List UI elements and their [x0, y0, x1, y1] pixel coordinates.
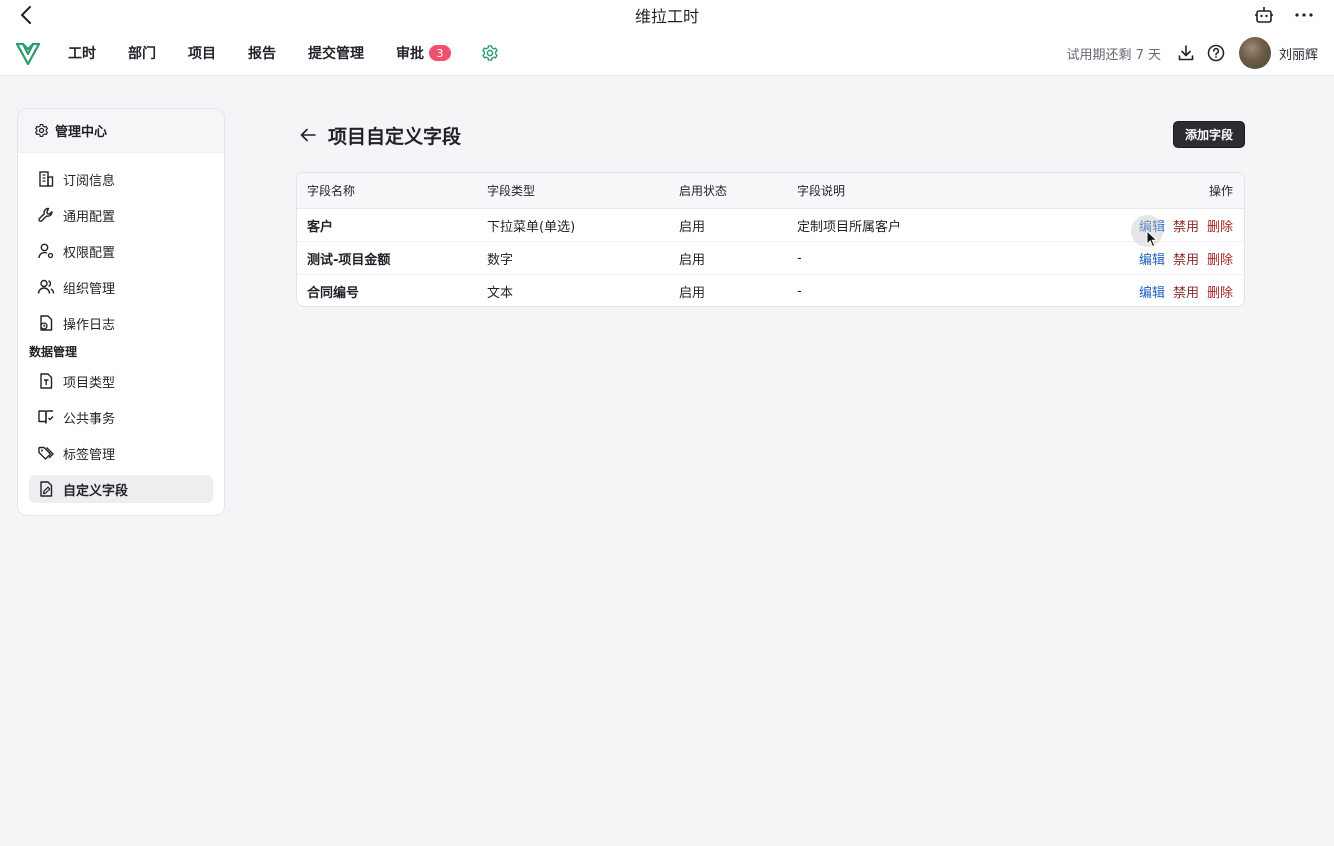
- tags-icon: [38, 446, 54, 460]
- sidebar-item-public-affairs[interactable]: 公共事务: [29, 403, 213, 431]
- top-nav: 工时 部门 项目 报告 提交管理 审批 3 试用期还剩 7 天 刘丽辉: [0, 30, 1334, 76]
- column-header: 字段说明: [797, 184, 846, 198]
- sidebar-item-logs[interactable]: 操作日志: [29, 309, 213, 337]
- field-type: 下拉菜单(单选): [487, 219, 576, 235]
- field-description: 定制项目所属客户: [797, 219, 902, 235]
- column-header: 操作: [1208, 184, 1233, 198]
- more-icon[interactable]: [1292, 3, 1316, 27]
- sidebar-item-label: 订阅信息: [63, 173, 116, 189]
- field-status: 启用: [679, 252, 706, 268]
- window-title: 维拉工时: [634, 7, 699, 26]
- row-actions: 编辑 禁用 删除: [1134, 249, 1244, 268]
- sidebar-item-permissions[interactable]: 权限配置: [29, 237, 213, 265]
- file-type-icon: [40, 373, 53, 389]
- window-titlebar: 维拉工时: [0, 0, 1334, 30]
- users-icon: [37, 279, 55, 294]
- file-edit-icon: [40, 481, 53, 497]
- sidebar-item-label: 公共事务: [63, 411, 116, 427]
- field-description: -: [797, 284, 802, 299]
- arrow-left-icon[interactable]: [300, 126, 318, 144]
- table-row: 合同编号 文本 启用 - 编辑 禁用 删除: [297, 275, 1244, 306]
- approval-count-badge: 3: [429, 45, 451, 61]
- delete-link[interactable]: 删除: [1207, 249, 1233, 268]
- sidebar-item-custom-fields[interactable]: 自定义字段: [29, 475, 213, 503]
- row-actions: 编辑 禁用 删除: [1134, 282, 1244, 301]
- nav-item-project[interactable]: 项目: [172, 30, 232, 76]
- edit-link[interactable]: 编辑: [1139, 282, 1165, 301]
- log-icon: [40, 315, 53, 331]
- user-settings-icon: [38, 243, 54, 259]
- table-row: 客户 下拉菜单(单选) 启用 定制项目所属客户 编辑 禁用 删除: [297, 209, 1244, 242]
- sidebar-item-label: 权限配置: [63, 245, 116, 261]
- column-header: 启用状态: [679, 184, 728, 198]
- field-type: 文本: [487, 286, 514, 301]
- help-icon[interactable]: [1205, 42, 1227, 64]
- add-field-button[interactable]: 添加字段: [1173, 121, 1245, 148]
- disable-link[interactable]: 禁用: [1173, 282, 1199, 301]
- sidebar-item-label: 项目类型: [63, 375, 116, 391]
- wrench-icon: [38, 207, 53, 222]
- edit-link[interactable]: 编辑: [1139, 249, 1165, 268]
- sidebar-item-subscription[interactable]: 订阅信息: [29, 165, 213, 193]
- sidebar-item-label: 通用配置: [63, 209, 116, 225]
- field-type: 数字: [487, 252, 514, 268]
- sidebar-item-organization[interactable]: 组织管理: [29, 273, 213, 301]
- field-name: 测试-项目金额: [307, 252, 391, 268]
- book-icon: [38, 410, 54, 424]
- column-header: 字段名称: [307, 184, 356, 198]
- sidebar-item-project-types[interactable]: 项目类型: [29, 367, 213, 395]
- table-row: 测试-项目金额 数字 启用 - 编辑 禁用 删除: [297, 242, 1244, 275]
- sidebar-item-tags[interactable]: 标签管理: [29, 439, 213, 467]
- mouse-cursor-icon: [1146, 230, 1158, 248]
- sidebar-item-label: 操作日志: [63, 317, 116, 333]
- custom-fields-table: 字段名称 字段类型 启用状态 字段说明 操作 客户 下拉菜单(单选) 启用 定制…: [296, 172, 1245, 307]
- nav-item-report[interactable]: 报告: [232, 30, 292, 76]
- field-name: 客户: [307, 219, 334, 235]
- gear-icon: [35, 124, 48, 137]
- column-header: 字段类型: [487, 184, 536, 198]
- sidebar-item-label: 组织管理: [63, 281, 116, 297]
- disable-link[interactable]: 禁用: [1173, 249, 1199, 268]
- username[interactable]: 刘丽辉: [1279, 44, 1318, 63]
- logo-icon[interactable]: [14, 39, 42, 67]
- field-description: -: [797, 250, 802, 266]
- back-icon[interactable]: [14, 3, 38, 27]
- avatar[interactable]: [1238, 37, 1271, 69]
- sidebar-header: 管理中心: [18, 109, 224, 153]
- sidebar-header-label: 管理中心: [55, 125, 108, 140]
- table-header: 字段名称 字段类型 启用状态 字段说明 操作: [297, 173, 1244, 209]
- nav-item-submission[interactable]: 提交管理: [292, 30, 380, 76]
- sidebar-item-label: 标签管理: [63, 447, 116, 463]
- nav-item-hours[interactable]: 工时: [52, 30, 112, 76]
- field-status: 启用: [679, 219, 706, 235]
- page-title: 项目自定义字段: [328, 125, 462, 148]
- nav-item-department[interactable]: 部门: [112, 30, 172, 76]
- field-name: 合同编号: [307, 286, 360, 301]
- nav-item-approval[interactable]: 审批 3: [380, 30, 467, 76]
- settings-gear-icon[interactable]: [467, 30, 513, 76]
- disable-link[interactable]: 禁用: [1173, 216, 1199, 235]
- sidebar-item-general[interactable]: 通用配置: [29, 201, 213, 229]
- sidebar-group-data: 数据管理: [29, 345, 78, 359]
- trial-remaining-text: 试用期还剩 7 天: [1066, 47, 1161, 63]
- sidebar-item-label: 自定义字段: [63, 483, 129, 499]
- page-header: 项目自定义字段: [300, 120, 461, 150]
- delete-link[interactable]: 删除: [1207, 282, 1233, 301]
- admin-sidebar: 管理中心 订阅信息 通用配置 权限配置 组织管理 操作日志 数据管理 项目类型 …: [17, 108, 225, 516]
- field-status: 启用: [679, 286, 706, 301]
- robot-icon[interactable]: [1252, 3, 1276, 27]
- building-icon: [39, 171, 54, 187]
- delete-link[interactable]: 删除: [1207, 216, 1233, 235]
- download-icon[interactable]: [1175, 42, 1197, 64]
